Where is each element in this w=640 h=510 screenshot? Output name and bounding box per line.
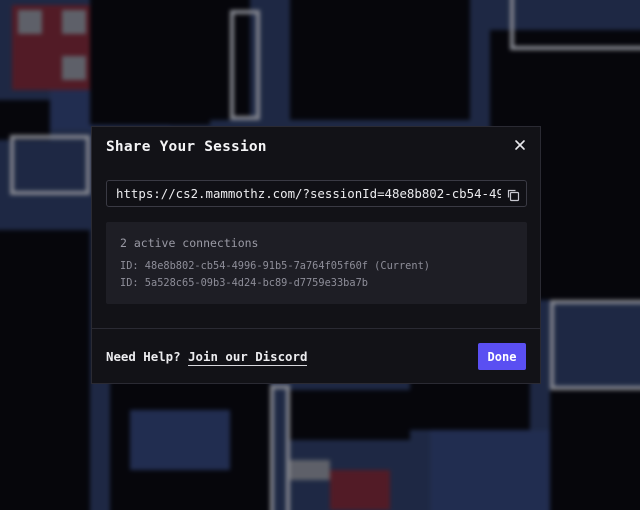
help-text: Need Help? Join our Discord [106, 349, 308, 366]
help-prefix: Need Help? [106, 349, 181, 364]
connection-item: ID: 48e8b802-cb54-4996-91b5-7a764f05f60f… [120, 260, 430, 272]
close-button[interactable] [512, 137, 528, 153]
copy-url-button[interactable] [506, 187, 520, 202]
discord-link[interactable]: Join our Discord [188, 349, 308, 366]
close-icon [512, 137, 528, 153]
connections-panel: 2 active connections ID: 48e8b802-cb54-4… [106, 222, 527, 304]
footer-divider [92, 328, 540, 329]
dialog-title: Share Your Session [106, 139, 267, 155]
done-button[interactable]: Done [478, 343, 526, 370]
connection-item: ID: 5a528c65-09b3-4d24-bc89-d7759e33ba7b [120, 277, 368, 289]
connections-summary: 2 active connections [120, 236, 259, 250]
share-url-text[interactable]: https://cs2.mammothz.com/?sessionId=48e8… [116, 186, 501, 201]
share-url-field[interactable]: https://cs2.mammothz.com/?sessionId=48e8… [106, 180, 527, 207]
share-session-dialog: Share Your Session https://cs2.mammothz.… [91, 126, 541, 384]
copy-icon [506, 187, 520, 206]
